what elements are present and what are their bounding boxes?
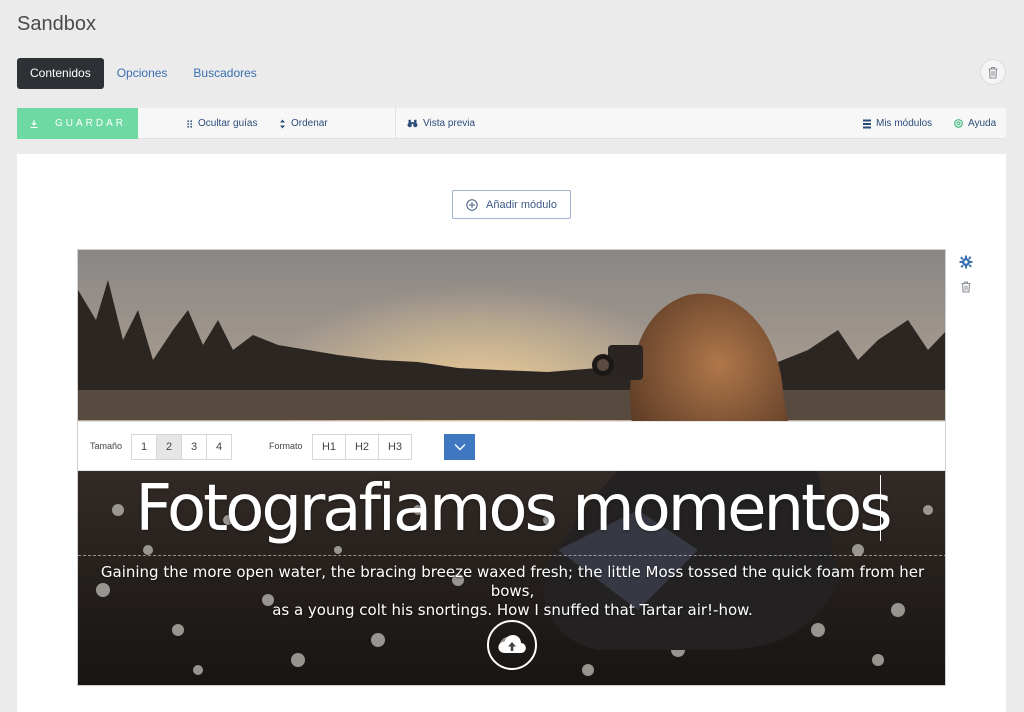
hero-headline[interactable]: Fotografiamos momentos bbox=[78, 472, 945, 546]
text-cursor bbox=[880, 475, 881, 541]
gear-icon[interactable] bbox=[959, 255, 973, 269]
save-label: GUARDAR bbox=[55, 118, 127, 129]
size-option-1[interactable]: 1 bbox=[131, 434, 157, 460]
order-button[interactable]: Ordenar bbox=[279, 108, 328, 139]
order-label: Ordenar bbox=[291, 118, 328, 129]
tab-buscadores[interactable]: Buscadores bbox=[180, 58, 269, 89]
editor-toolbar: GUARDAR Ocultar guías Ordenar Vista prev… bbox=[17, 108, 1006, 139]
help-label: Ayuda bbox=[968, 118, 997, 129]
preview-button[interactable]: Vista previa bbox=[407, 108, 475, 139]
size-selector: 1 2 3 4 bbox=[131, 434, 232, 460]
cloud-upload-icon bbox=[498, 635, 526, 653]
my-modules-label: Mis módulos bbox=[876, 118, 933, 129]
size-option-4[interactable]: 4 bbox=[206, 434, 232, 460]
hide-guides-button[interactable]: Ocultar guías bbox=[187, 108, 257, 139]
delete-module-trash-icon[interactable] bbox=[959, 280, 973, 294]
my-modules-button[interactable]: Mis módulos bbox=[863, 108, 932, 139]
trash-icon bbox=[988, 66, 998, 79]
more-options-dropdown[interactable] bbox=[444, 434, 475, 460]
hero-module[interactable]: Tamaño 1 2 3 4 Formato H1 H2 H3 Fotograf… bbox=[77, 249, 946, 686]
preview-label: Vista previa bbox=[423, 118, 476, 129]
add-module-label: Añadir módulo bbox=[486, 198, 557, 211]
text-format-bar: Tamaño 1 2 3 4 Formato H1 H2 H3 bbox=[78, 421, 945, 471]
tab-contenidos[interactable]: Contenidos bbox=[17, 58, 104, 89]
module-side-tools bbox=[959, 255, 973, 305]
binoculars-icon bbox=[407, 119, 418, 128]
upload-image-button[interactable] bbox=[487, 620, 537, 670]
save-button[interactable]: GUARDAR bbox=[17, 108, 138, 139]
hide-guides-label: Ocultar guías bbox=[198, 118, 258, 129]
hero-subtext-line-2: as a young colt his snortings. How I snu… bbox=[272, 601, 753, 619]
format-label: Formato bbox=[269, 441, 303, 451]
tab-opciones[interactable]: Opciones bbox=[104, 58, 181, 89]
hero-subtext[interactable]: Gaining the more open water, the bracing… bbox=[78, 563, 945, 620]
size-option-2[interactable]: 2 bbox=[156, 434, 182, 460]
tab-bar: Contenidos Opciones Buscadores bbox=[17, 58, 270, 89]
help-button[interactable]: Ayuda bbox=[954, 108, 996, 139]
format-option-h3[interactable]: H3 bbox=[378, 434, 412, 460]
download-icon bbox=[30, 119, 38, 128]
format-selector: H1 H2 H3 bbox=[312, 434, 412, 460]
plus-circle-icon bbox=[466, 198, 478, 211]
sort-arrows-icon bbox=[279, 119, 286, 129]
toolbar-divider bbox=[395, 108, 396, 139]
size-label: Tamaño bbox=[90, 441, 123, 451]
list-icon bbox=[863, 119, 871, 129]
format-option-h1[interactable]: H1 bbox=[312, 434, 346, 460]
hero-subtext-line-1: Gaining the more open water, the bracing… bbox=[100, 563, 925, 600]
help-circle-icon bbox=[954, 119, 963, 128]
size-option-3[interactable]: 3 bbox=[181, 434, 207, 460]
page-title: Sandbox bbox=[17, 13, 96, 35]
delete-page-button[interactable] bbox=[980, 59, 1006, 85]
format-option-h2[interactable]: H2 bbox=[345, 434, 379, 460]
guide-line bbox=[78, 555, 945, 556]
dots-grid-icon bbox=[187, 119, 193, 128]
add-module-button[interactable]: Añadir módulo bbox=[452, 190, 571, 219]
chevron-down-icon bbox=[454, 444, 465, 451]
